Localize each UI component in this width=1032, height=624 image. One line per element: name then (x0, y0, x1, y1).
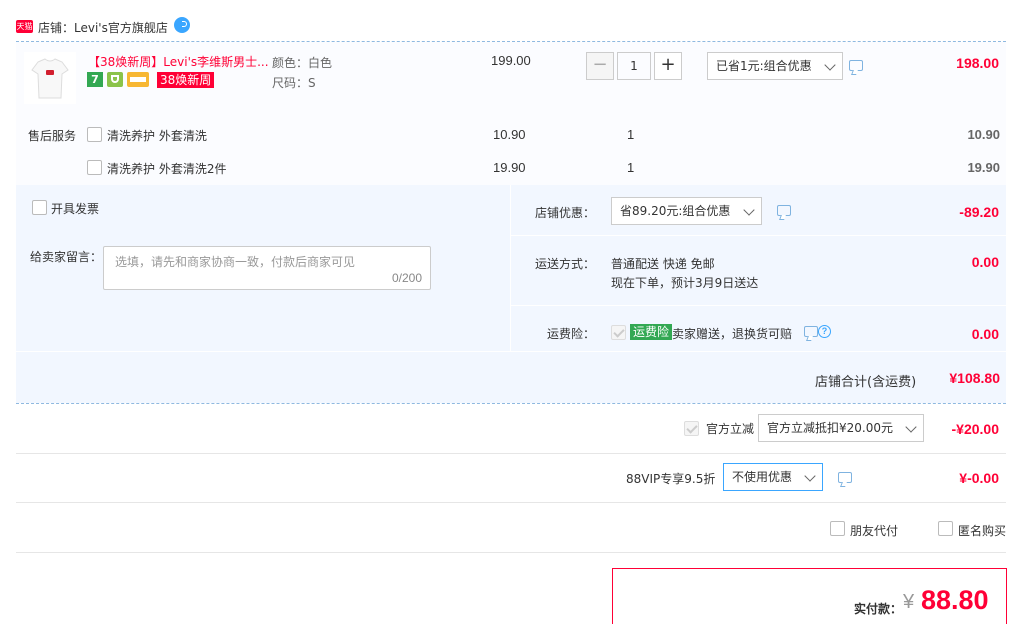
service-price-2: 19.90 (493, 160, 526, 175)
insurance-checkbox (611, 325, 626, 340)
tmall-badge-icon: 天猫 (16, 20, 33, 33)
service-price-1: 10.90 (493, 127, 526, 142)
guarantee-icon (107, 72, 123, 87)
seller-message-input[interactable]: 选填，请先和商家协商一致，付款后商家可见 0/200 (103, 246, 431, 290)
invoice-label: 开具发票 (51, 202, 100, 216)
shop-total-value: ¥108.80 (949, 370, 1000, 386)
payment-label: 实付款： (854, 602, 903, 616)
seller-message-label: 给卖家留言： (30, 250, 103, 264)
invoice-checkbox[interactable] (32, 200, 47, 215)
friend-pay-checkbox[interactable] (830, 521, 845, 536)
insurance-text: 卖家赠送，退换货可赔 (672, 327, 793, 341)
quantity-stepper: − 1 + (586, 52, 682, 80)
official-discount-select[interactable]: 官方立减抵扣¥20.00元 (758, 414, 924, 442)
vip-label: 88VIP专享9.5折 (626, 472, 716, 486)
chevron-down-icon (824, 59, 836, 71)
vip-discount-select[interactable]: 不使用优惠 (723, 463, 823, 491)
anonymous-label: 匿名购买 (958, 524, 1007, 538)
shipping-label: 运送方式： (535, 257, 596, 271)
quantity-increase-button[interactable]: + (654, 52, 682, 80)
row-divider (16, 502, 1006, 503)
wangwang-chat-icon[interactable] (174, 17, 190, 33)
message-icon[interactable] (804, 326, 818, 337)
shipping-eta: 现在下单，预计3月9日送达 (611, 276, 759, 290)
payment-currency: ¥ (903, 591, 915, 613)
credit-card-icon (127, 72, 149, 87)
product-title[interactable]: 【38焕新周】Levi's李维斯男士... (88, 53, 268, 70)
service-name-2: 清洗养护 外套清洗2件 (107, 162, 227, 176)
anonymous-checkbox[interactable] (938, 521, 953, 536)
service-icons: 7 38焕新周 (87, 71, 227, 89)
chevron-down-icon (743, 204, 755, 216)
official-discount-label: 官方立减 (706, 422, 755, 436)
product-thumbnail[interactable] (24, 52, 76, 104)
vip-discount-select-value: 不使用优惠 (732, 470, 793, 484)
row-divider (16, 453, 1006, 454)
official-discount-select-value: 官方立减抵扣¥20.00元 (767, 421, 893, 435)
shop-total-label: 店铺合计(含运费) (815, 375, 917, 390)
friend-pay-label: 朋友代付 (850, 524, 899, 538)
right-row-divider-2 (511, 305, 1006, 306)
sku-size: 尺码：S (272, 76, 316, 90)
insurance-label: 运费险： (547, 327, 596, 341)
service-qty-2: 1 (627, 160, 635, 175)
item-discount-select-value: 已省1元:组合优惠 (716, 59, 812, 73)
message-icon[interactable] (849, 60, 863, 71)
row-divider (16, 552, 1006, 553)
shop-discount-select-value: 省89.20元:组合优惠 (620, 204, 731, 218)
shop-discount-select[interactable]: 省89.20元:组合优惠 (611, 197, 762, 225)
promo-badge: 38焕新周 (157, 72, 215, 88)
seven-day-return-icon: 7 (87, 72, 103, 87)
service-checkbox-1[interactable] (87, 127, 102, 142)
vip-discount-value: ¥-0.00 (959, 470, 999, 486)
service-total-1: 10.90 (967, 127, 1000, 142)
shop-header: 天猫 店铺：Levi's官方旗舰店 (16, 14, 416, 38)
shop-name[interactable]: 店铺：Levi's官方旗舰店 (38, 19, 168, 36)
insurance-value: 0.00 (971, 326, 999, 342)
shipping-method: 普通配送 快递 免邮 (611, 257, 715, 271)
shop-discount-label: 店铺优惠： (535, 206, 596, 220)
payment-summary-box: 实付款： ¥ 88.80 (612, 568, 1007, 624)
service-name-1: 清洗养护 外套清洗 (107, 129, 207, 143)
service-qty-1: 1 (627, 127, 635, 142)
service-total-2: 19.90 (967, 160, 1000, 175)
quantity-decrease-button[interactable]: − (586, 52, 614, 80)
panel-vertical-divider (510, 185, 511, 351)
quantity-input[interactable]: 1 (617, 52, 651, 80)
unit-price: 199.00 (491, 53, 531, 68)
panel-horizontal-divider (16, 351, 1006, 352)
right-row-divider-1 (511, 235, 1006, 236)
seller-message-counter: 0/200 (391, 271, 422, 285)
insurance-badge: 运费险 (630, 324, 673, 340)
help-question-icon[interactable]: ? (818, 325, 831, 338)
item-discount-select[interactable]: 已省1元:组合优惠 (707, 52, 843, 80)
item-total: 198.00 (956, 55, 999, 71)
message-icon[interactable] (777, 205, 791, 216)
shop-section-bottom-border (16, 403, 1006, 404)
official-discount-checkbox (684, 421, 699, 436)
message-icon[interactable] (838, 472, 852, 483)
chevron-down-icon (905, 421, 917, 433)
tshirt-image-icon (31, 58, 69, 99)
payment-amount: 88.80 (921, 585, 989, 615)
service-checkbox-2[interactable] (87, 160, 102, 175)
chevron-down-icon (804, 470, 816, 482)
after-sale-label: 售后服务 (28, 129, 77, 143)
shipping-value: 0.00 (971, 254, 999, 270)
official-discount-value: -¥20.00 (951, 421, 999, 437)
sku-color: 颜色：白色 (272, 56, 333, 70)
shop-discount-value: -89.20 (959, 204, 999, 220)
seller-message-placeholder: 选填，请先和商家协商一致，付款后商家可见 (115, 255, 356, 269)
